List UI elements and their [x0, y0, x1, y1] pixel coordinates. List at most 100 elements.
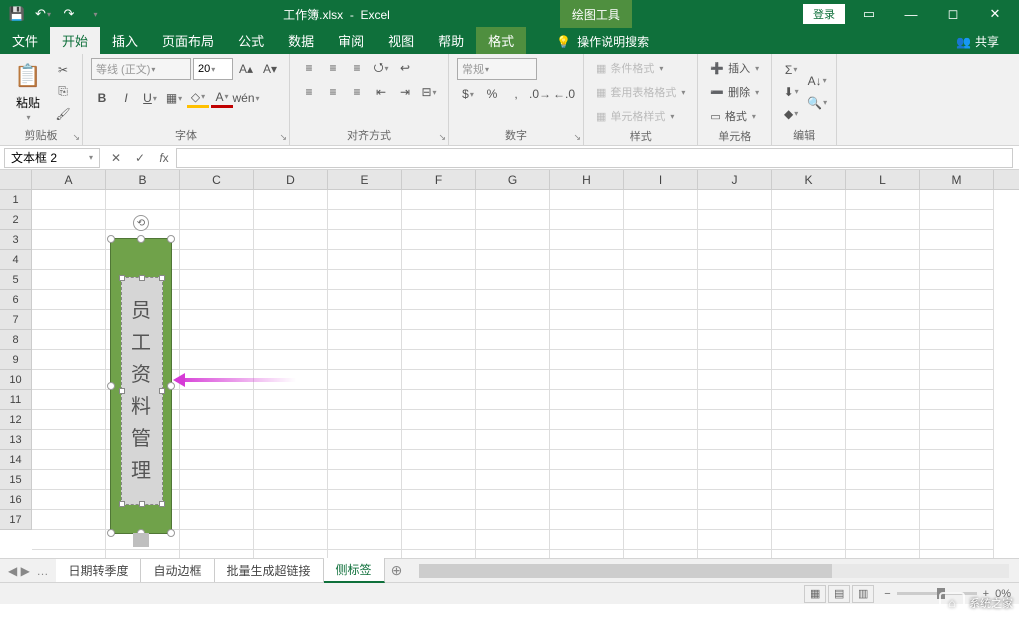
- resize-handle[interactable]: [167, 529, 175, 537]
- name-box[interactable]: 文本框 2▾: [4, 148, 100, 168]
- horizontal-scrollbar[interactable]: [419, 564, 1009, 578]
- resize-handle[interactable]: [137, 235, 145, 243]
- column-header[interactable]: I: [624, 170, 698, 189]
- resize-handle[interactable]: [107, 235, 115, 243]
- tab-insert[interactable]: 插入: [100, 27, 150, 54]
- align-bottom-icon[interactable]: ≡: [346, 58, 368, 78]
- format-painter-icon[interactable]: 🖌: [52, 104, 74, 124]
- column-header[interactable]: E: [328, 170, 402, 189]
- align-right-icon[interactable]: ≡: [346, 82, 368, 102]
- align-middle-icon[interactable]: ≡: [322, 58, 344, 78]
- column-header[interactable]: F: [402, 170, 476, 189]
- row-header[interactable]: 13: [0, 430, 31, 450]
- save-icon[interactable]: 💾: [6, 3, 28, 25]
- zoom-out-icon[interactable]: −: [884, 588, 890, 600]
- dialog-launcher-icon[interactable]: ↘: [573, 132, 581, 143]
- dialog-launcher-icon[interactable]: ↘: [72, 132, 80, 143]
- align-left-icon[interactable]: ≡: [298, 82, 320, 102]
- format-table-button[interactable]: ▦ 套用表格格式 ▾: [592, 82, 689, 102]
- sheet-nav[interactable]: ◀ ▶ …: [0, 564, 56, 578]
- undo-icon[interactable]: ↶▾: [32, 3, 54, 25]
- share-button[interactable]: 👥 共享: [946, 29, 1009, 54]
- column-header[interactable]: A: [32, 170, 106, 189]
- rotate-handle-icon[interactable]: ⟲: [133, 215, 149, 231]
- row-header[interactable]: 3: [0, 230, 31, 250]
- tab-home[interactable]: 开始: [50, 27, 100, 54]
- autosum-icon[interactable]: Σ▾: [780, 60, 802, 80]
- tab-formulas[interactable]: 公式: [226, 27, 276, 54]
- currency-icon[interactable]: $▾: [457, 84, 479, 104]
- percent-icon[interactable]: %: [481, 84, 503, 104]
- column-header[interactable]: K: [772, 170, 846, 189]
- border-icon[interactable]: ▦▾: [163, 88, 185, 108]
- resize-handle[interactable]: [167, 235, 175, 243]
- cut-icon[interactable]: ✂: [52, 60, 74, 80]
- merge-icon[interactable]: ⊟▾: [418, 82, 440, 102]
- column-header[interactable]: D: [254, 170, 328, 189]
- row-header[interactable]: 6: [0, 290, 31, 310]
- textbox-shape[interactable]: 员工资料管理: [121, 277, 163, 505]
- font-size-combo[interactable]: 20▾: [193, 58, 233, 80]
- select-all-corner[interactable]: [0, 170, 32, 190]
- increase-decimal-icon[interactable]: .0→: [529, 84, 551, 104]
- enter-icon[interactable]: ✓: [128, 148, 152, 168]
- increase-indent-icon[interactable]: ⇥: [394, 82, 416, 102]
- sheet-tab[interactable]: 自动边框: [141, 559, 214, 582]
- font-name-combo[interactable]: 等线 (正文)▾: [91, 58, 191, 80]
- login-button[interactable]: 登录: [803, 4, 845, 24]
- row-header[interactable]: 4: [0, 250, 31, 270]
- increase-font-icon[interactable]: A▴: [235, 59, 257, 79]
- selected-shape[interactable]: ⟲ 员工资料管理: [110, 238, 172, 534]
- redo-icon[interactable]: ↷: [58, 3, 80, 25]
- clear-icon[interactable]: ◆▾: [780, 104, 802, 124]
- row-header[interactable]: 10: [0, 370, 31, 390]
- row-header[interactable]: 8: [0, 330, 31, 350]
- decrease-decimal-icon[interactable]: ←.0: [553, 84, 575, 104]
- tab-file[interactable]: 文件: [0, 27, 50, 54]
- decrease-indent-icon[interactable]: ⇤: [370, 82, 392, 102]
- row-header[interactable]: 2: [0, 210, 31, 230]
- page-break-view-icon[interactable]: ▥: [852, 585, 874, 603]
- page-layout-view-icon[interactable]: ▤: [828, 585, 850, 603]
- comma-icon[interactable]: ,: [505, 84, 527, 104]
- column-header[interactable]: M: [920, 170, 994, 189]
- font-color-icon[interactable]: A▾: [211, 88, 233, 108]
- copy-icon[interactable]: ⎘: [52, 82, 74, 102]
- normal-view-icon[interactable]: ▦: [804, 585, 826, 603]
- tab-data[interactable]: 数据: [276, 27, 326, 54]
- find-icon[interactable]: 🔍▾: [806, 93, 828, 113]
- sheet-tab[interactable]: 批量生成超链接: [215, 559, 324, 582]
- row-header[interactable]: 16: [0, 490, 31, 510]
- dialog-launcher-icon[interactable]: ↘: [438, 132, 446, 143]
- row-header[interactable]: 5: [0, 270, 31, 290]
- wrap-text-icon[interactable]: ↩: [394, 58, 416, 78]
- column-header[interactable]: B: [106, 170, 180, 189]
- format-cells-button[interactable]: ▭ 格式 ▾: [706, 106, 763, 126]
- row-header[interactable]: 17: [0, 510, 31, 530]
- column-header[interactable]: J: [698, 170, 772, 189]
- fill-icon[interactable]: ⬇▾: [780, 82, 802, 102]
- delete-cells-button[interactable]: ➖ 删除 ▾: [706, 82, 763, 102]
- close-icon[interactable]: ✕: [977, 0, 1013, 28]
- row-header[interactable]: 9: [0, 350, 31, 370]
- decrease-font-icon[interactable]: A▾: [259, 59, 281, 79]
- conditional-format-button[interactable]: ▦ 条件格式 ▾: [592, 58, 689, 78]
- column-header[interactable]: C: [180, 170, 254, 189]
- dialog-launcher-icon[interactable]: ↘: [279, 132, 287, 143]
- cancel-icon[interactable]: ✕: [104, 148, 128, 168]
- tab-review[interactable]: 审阅: [326, 27, 376, 54]
- sheet-tab[interactable]: 日期转季度: [56, 559, 141, 582]
- italic-icon[interactable]: I: [115, 88, 137, 108]
- row-header[interactable]: 14: [0, 450, 31, 470]
- sheet-tab-active[interactable]: 侧标签: [324, 558, 385, 583]
- tab-layout[interactable]: 页面布局: [150, 27, 226, 54]
- row-header[interactable]: 12: [0, 410, 31, 430]
- column-header[interactable]: G: [476, 170, 550, 189]
- ribbon-display-icon[interactable]: ▭: [851, 0, 887, 28]
- column-header[interactable]: H: [550, 170, 624, 189]
- add-sheet-icon[interactable]: ⊕: [385, 562, 409, 579]
- fill-color-icon[interactable]: ◇▾: [187, 88, 209, 108]
- underline-icon[interactable]: U▾: [139, 88, 161, 108]
- formula-input[interactable]: [176, 148, 1013, 168]
- align-center-icon[interactable]: ≡: [322, 82, 344, 102]
